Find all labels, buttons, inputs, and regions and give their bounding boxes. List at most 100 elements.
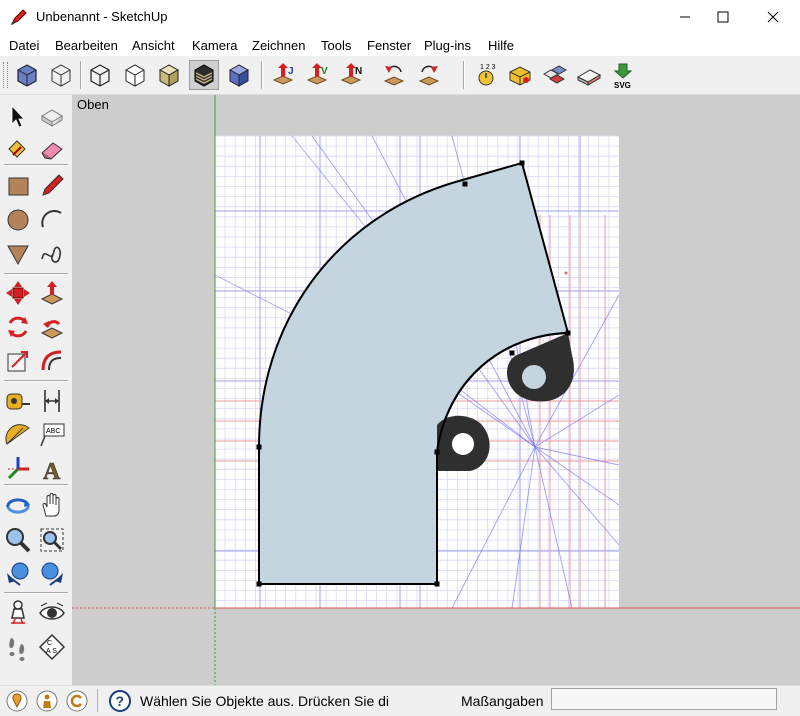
close-button[interactable] bbox=[750, 0, 796, 34]
iso-view-icon bbox=[17, 64, 37, 87]
extension-n-icon: N bbox=[340, 63, 362, 85]
select-arrow-tool-button[interactable] bbox=[3, 102, 33, 132]
rectangle-tool-button[interactable] bbox=[3, 171, 33, 201]
dimension-icon bbox=[44, 390, 60, 412]
tool-palette-separator bbox=[4, 484, 68, 486]
measure-block-button[interactable] bbox=[506, 60, 536, 90]
iso-view-button[interactable] bbox=[12, 60, 42, 90]
look-around-tool-button[interactable] bbox=[37, 598, 67, 628]
shaded-style-icon bbox=[158, 64, 180, 87]
rotate-cw-icon bbox=[418, 65, 440, 86]
move-tool-button[interactable] bbox=[3, 278, 33, 308]
extension-j-button[interactable]: J bbox=[269, 60, 299, 90]
vertex-marker bbox=[256, 444, 262, 450]
make-component-tool-button[interactable] bbox=[37, 102, 67, 132]
measurements-label: Maßangaben bbox=[461, 693, 544, 709]
title-bar: Unbenannt - SketchUp bbox=[0, 0, 800, 34]
svg-text:N: N bbox=[355, 66, 362, 77]
tape-measure-icon bbox=[6, 393, 30, 410]
section-plane-tool-button[interactable]: CA S bbox=[37, 632, 67, 662]
circle-tool-button[interactable] bbox=[3, 205, 33, 235]
export-svg-button[interactable]: SVG bbox=[608, 60, 638, 90]
look-around-icon bbox=[39, 602, 65, 620]
drawing-viewport[interactable]: Oben bbox=[72, 95, 800, 685]
menu-bearbeiten[interactable]: Bearbeiten bbox=[55, 38, 118, 53]
previous-view-tool-button[interactable] bbox=[3, 559, 33, 589]
axes-tool-button[interactable] bbox=[3, 454, 33, 484]
menu-tools[interactable]: Tools bbox=[321, 38, 351, 53]
monochrome-style-button[interactable] bbox=[224, 60, 254, 90]
extension-n-button[interactable]: N bbox=[337, 60, 367, 90]
text-label-tool-button[interactable]: ABC bbox=[37, 420, 67, 450]
tool-palette-separator bbox=[4, 592, 68, 594]
geo-location-button[interactable] bbox=[5, 689, 29, 713]
move-icon bbox=[6, 281, 30, 305]
freehand-tool-button[interactable] bbox=[37, 239, 67, 269]
paint-bucket-tool-button[interactable] bbox=[3, 135, 33, 165]
menu-fenster[interactable]: Fenster bbox=[367, 38, 411, 53]
offset-tool-button[interactable] bbox=[37, 346, 67, 376]
polygon-tool-button[interactable] bbox=[3, 239, 33, 269]
hidden-line-style-button[interactable] bbox=[120, 60, 150, 90]
help-icon: ? bbox=[109, 690, 131, 712]
credits-button[interactable] bbox=[35, 689, 59, 713]
eraser-tool-button[interactable] bbox=[37, 135, 67, 165]
shaded-style-button[interactable] bbox=[154, 60, 184, 90]
dimension-tool-button[interactable] bbox=[37, 386, 67, 416]
xray-style-button[interactable] bbox=[85, 60, 115, 90]
rotate-ccw-button[interactable] bbox=[379, 60, 409, 90]
arc-tool-button[interactable] bbox=[37, 205, 67, 235]
xray-style-icon bbox=[90, 64, 110, 87]
rotate-tool-button[interactable] bbox=[3, 312, 33, 342]
guide-point bbox=[564, 271, 568, 275]
rotate-ccw-icon bbox=[383, 65, 405, 86]
svg-text:?: ? bbox=[116, 693, 125, 709]
pan-hand-tool-button[interactable] bbox=[37, 491, 67, 521]
walk-icon bbox=[9, 638, 25, 661]
push-pull-tool-button[interactable] bbox=[37, 278, 67, 308]
wireframe-box-button[interactable] bbox=[46, 60, 76, 90]
text-label-icon: ABC bbox=[40, 423, 65, 447]
pan-hand-icon bbox=[42, 493, 60, 517]
eraser-block-icon bbox=[576, 69, 602, 86]
copyright-icon bbox=[66, 690, 88, 712]
hidden-line-style-icon bbox=[125, 64, 145, 87]
copyright-button[interactable] bbox=[65, 689, 89, 713]
menu-zeichnen[interactable]: Zeichnen bbox=[252, 38, 305, 53]
scene-canvas[interactable] bbox=[72, 95, 800, 685]
rotate-cw-button[interactable] bbox=[414, 60, 444, 90]
section-plane-icon: CA S bbox=[38, 633, 66, 661]
3d-text-tool-button[interactable]: A bbox=[37, 454, 67, 486]
toolbar-grip[interactable] bbox=[3, 62, 8, 88]
stopwatch-button[interactable]: 1 2 3 bbox=[472, 60, 502, 90]
measurements-input[interactable] bbox=[551, 688, 777, 710]
washer-hole bbox=[522, 365, 546, 389]
eraser-block-button[interactable] bbox=[574, 60, 604, 90]
shaded-textures-style-button[interactable] bbox=[189, 60, 219, 90]
push-pull-icon bbox=[40, 281, 64, 305]
menu-datei[interactable]: Datei bbox=[9, 38, 39, 53]
menu-hilfe[interactable]: Hilfe bbox=[488, 38, 514, 53]
maximize-button[interactable] bbox=[700, 0, 746, 34]
menu-kamera[interactable]: Kamera bbox=[192, 38, 238, 53]
pencil-tool-button[interactable] bbox=[37, 171, 67, 201]
tape-measure-tool-button[interactable] bbox=[3, 386, 33, 416]
component-button[interactable] bbox=[540, 60, 570, 90]
extension-v-button[interactable]: V bbox=[303, 60, 333, 90]
next-view-tool-button[interactable] bbox=[37, 559, 67, 589]
zoom-window-tool-button[interactable] bbox=[37, 525, 67, 555]
help-button[interactable]: ? bbox=[108, 689, 132, 713]
position-camera-tool-button[interactable] bbox=[3, 598, 33, 628]
svg-text:A: A bbox=[43, 459, 61, 484]
make-component-icon bbox=[41, 109, 63, 127]
zoom-tool-button[interactable] bbox=[3, 525, 33, 555]
walk-tool-button[interactable] bbox=[3, 632, 33, 662]
follow-me-tool-button[interactable] bbox=[37, 312, 67, 342]
menu-plugins[interactable]: Plug-ins bbox=[424, 38, 471, 53]
menu-ansicht[interactable]: Ansicht bbox=[132, 38, 175, 53]
scale-tool-button[interactable] bbox=[3, 346, 33, 376]
orbit-tool-button[interactable] bbox=[3, 491, 33, 521]
vertex-marker bbox=[434, 581, 440, 587]
3d-text-icon: A bbox=[43, 459, 62, 486]
protractor-tool-button[interactable] bbox=[3, 420, 33, 450]
